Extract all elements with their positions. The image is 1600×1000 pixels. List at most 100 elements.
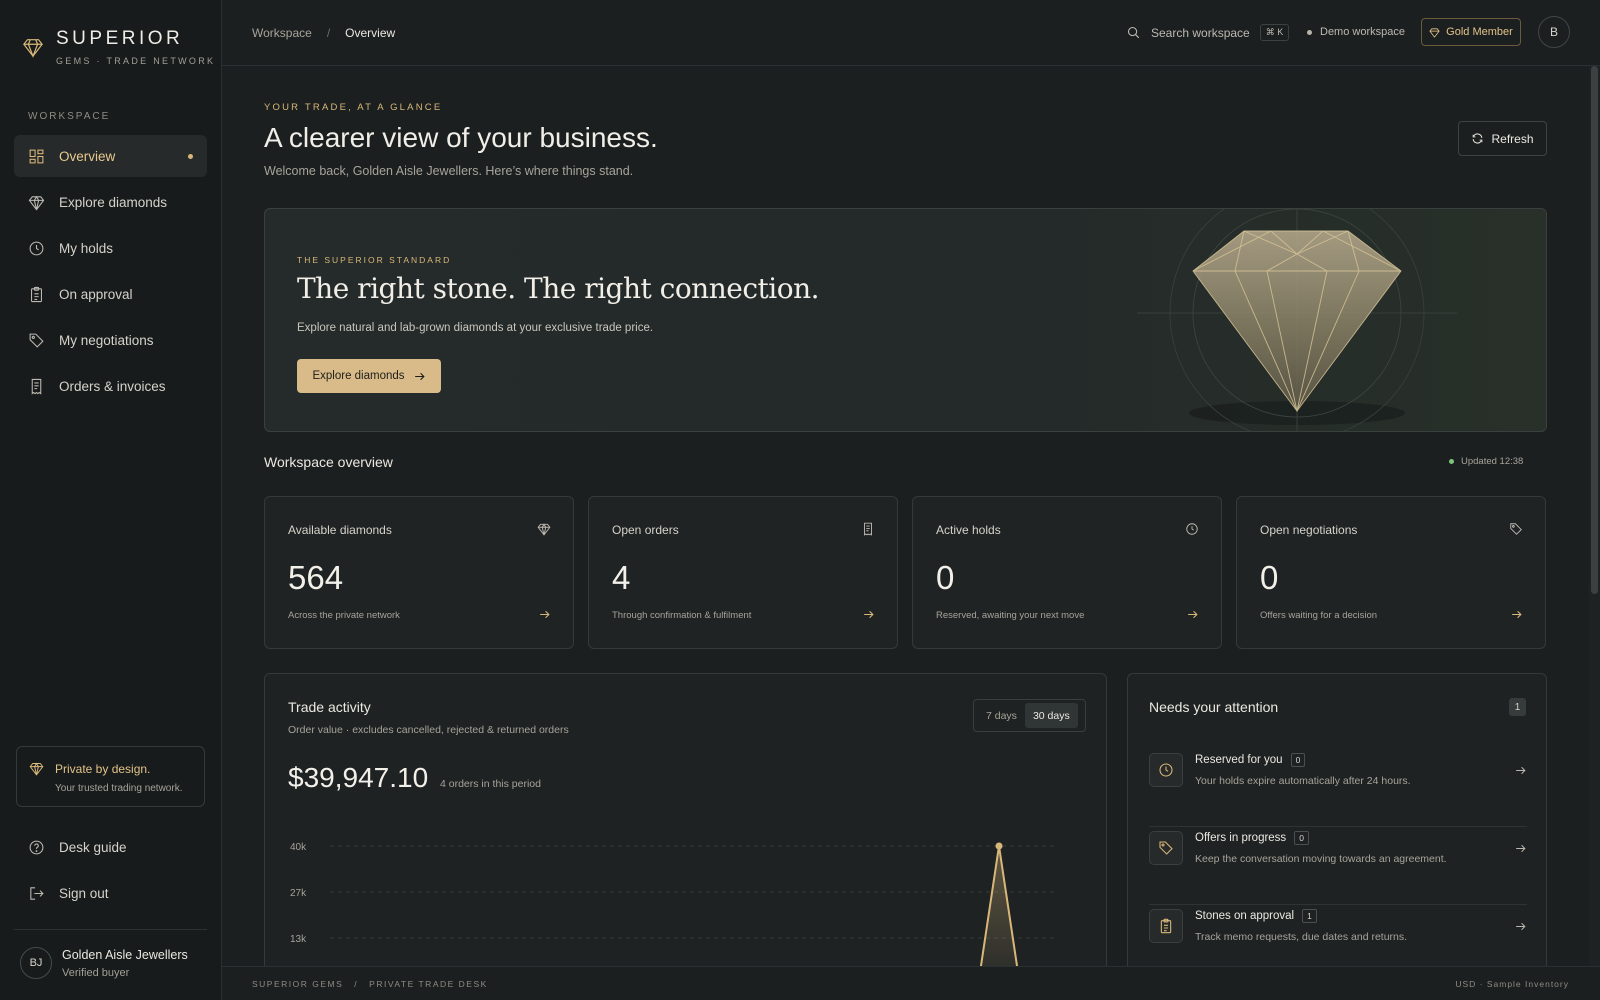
arrow-right-icon xyxy=(1516,922,1526,931)
brand-name: SUPERIOR xyxy=(56,28,184,49)
hero-banner: THE SUPERIOR STANDARD The right stone. T… xyxy=(264,208,1547,432)
diamond-illustration xyxy=(1137,209,1457,431)
brand-logo[interactable]: SUPERIOR GEMS · TRADE NETWORK xyxy=(22,28,215,66)
account-avatar[interactable]: B xyxy=(1538,16,1570,48)
attention-item-title: Reserved for you xyxy=(1195,754,1283,766)
y-tick-label: 27k xyxy=(290,888,307,899)
hero-eyebrow: THE SUPERIOR STANDARD xyxy=(297,255,452,265)
stat-label: Available diamonds xyxy=(288,523,392,537)
receipt-icon xyxy=(864,522,872,536)
membership-badge[interactable]: Gold Member xyxy=(1421,18,1521,46)
breadcrumb-separator: / xyxy=(326,26,331,40)
sidebar-item-my-holds[interactable]: My holds xyxy=(14,227,207,269)
workspace-indicator[interactable]: Demo workspace xyxy=(1307,26,1405,38)
diamond-icon xyxy=(537,523,551,536)
footer: SUPERIOR GEMS / PRIVATE TRADE DESK USD ·… xyxy=(222,966,1600,1000)
stat-label: Open orders xyxy=(612,523,679,537)
range-option-30-days[interactable]: 30 days xyxy=(1024,703,1078,728)
clock-icon xyxy=(1159,763,1173,777)
clock-icon xyxy=(29,241,44,255)
attention-item-title: Stones on approval xyxy=(1195,910,1295,922)
range-toggle: 7 days 30 days xyxy=(973,699,1086,732)
attention-item-reserved[interactable]: Reserved for you 0 Your holds expire aut… xyxy=(1149,750,1527,827)
sidebar-item-orders-invoices[interactable]: Orders & invoices xyxy=(14,365,207,407)
sign-out-icon xyxy=(30,886,44,900)
sidebar-item-label: Desk guide xyxy=(59,839,127,855)
breadcrumb-current: Overview xyxy=(345,26,396,40)
footer-currency: USD · Sample Inventory xyxy=(1455,979,1569,989)
search-shortcut: ⌘ K xyxy=(1259,24,1290,41)
clock-icon xyxy=(1186,523,1198,535)
sidebar-bottom-nav: Desk guide Sign out xyxy=(14,826,207,918)
footer-desk: PRIVATE TRADE DESK xyxy=(369,979,488,989)
membership-label: Gold Member xyxy=(1446,26,1513,38)
hero-title: The right stone. The right connection. xyxy=(297,272,820,305)
page-subtitle: Welcome back, Golden Aisle Jewellers. He… xyxy=(264,164,634,178)
range-option-7-days[interactable]: 7 days xyxy=(978,703,1025,728)
breadcrumb-workspace[interactable]: Workspace xyxy=(252,26,312,40)
trade-activity-card: Trade activity Order value · excludes ca… xyxy=(264,673,1107,966)
main-scrollbar[interactable] xyxy=(1589,66,1600,966)
sidebar-item-desk-guide[interactable]: Desk guide xyxy=(14,826,207,868)
sidebar-item-explore-diamonds[interactable]: Explore diamonds xyxy=(14,181,207,223)
sidebar-item-label: On approval xyxy=(59,286,133,302)
sidebar-item-label: Sign out xyxy=(59,885,109,901)
sidebar-item-my-negotiations[interactable]: My negotiations xyxy=(14,319,207,361)
breadcrumb: Workspace / Overview xyxy=(252,26,395,40)
search-label: Search workspace xyxy=(1151,25,1250,40)
updated-time: Updated 12:38 xyxy=(1461,456,1524,467)
stat-value: 4 xyxy=(612,559,631,596)
stat-card-open-negotiations[interactable]: Open negotiations 0 Offers waiting for a… xyxy=(1236,496,1546,649)
stat-card-active-holds[interactable]: Active holds 0 Reserved, awaiting your n… xyxy=(912,496,1222,649)
attention-item-count: 0 xyxy=(1294,831,1309,845)
needs-attention-title: Needs your attention xyxy=(1149,699,1279,715)
y-tick-label: 40k xyxy=(290,842,307,853)
status-dot xyxy=(1307,29,1312,35)
tag-icon xyxy=(1159,841,1173,855)
stat-label: Active holds xyxy=(936,523,1001,537)
attention-item-desc: Keep the conversation moving towards an … xyxy=(1195,853,1447,865)
stat-value: 0 xyxy=(1260,559,1279,596)
page-title: A clearer view of your business. xyxy=(264,122,658,153)
active-indicator-dot xyxy=(188,154,193,159)
arrow-right-icon xyxy=(540,610,550,619)
attention-item-desc: Your holds expire automatically after 24… xyxy=(1195,775,1411,787)
refresh-icon xyxy=(1473,133,1483,144)
sidebar-item-on-approval[interactable]: On approval xyxy=(14,273,207,315)
receipt-icon xyxy=(31,378,42,395)
private-subtitle: Your trusted trading network. xyxy=(55,783,183,794)
arrow-right-icon xyxy=(1512,610,1522,619)
trade-total-note: 4 orders in this period xyxy=(440,778,541,790)
diamond-icon xyxy=(29,762,44,776)
sidebar-item-overview[interactable]: Overview xyxy=(14,135,207,177)
refresh-button[interactable]: Refresh xyxy=(1458,121,1547,156)
stat-value: 564 xyxy=(288,559,344,596)
sidebar-item-label: My negotiations xyxy=(59,332,154,348)
explore-diamonds-button[interactable]: Explore diamonds xyxy=(297,359,441,393)
sidebar-item-label: My holds xyxy=(59,240,114,256)
search-button[interactable]: Search workspace ⌘ K xyxy=(1126,24,1290,41)
stat-card-available-diamonds[interactable]: Available diamonds 564 Across the privat… xyxy=(264,496,574,649)
private-by-design-card: Private by design. Your trusted trading … xyxy=(16,746,205,807)
attention-icon-box xyxy=(1149,831,1183,865)
main-content: YOUR TRADE, AT A GLANCE A clearer view o… xyxy=(222,66,1587,966)
help-circle-icon xyxy=(29,840,44,854)
overview-section-title: Workspace overview xyxy=(264,454,393,470)
attention-item-approval[interactable]: Stones on approval 1 Track memo requests… xyxy=(1149,906,1527,966)
user-name: Golden Aisle Jewellers xyxy=(62,947,188,962)
divider xyxy=(14,929,207,930)
stat-cards: Available diamonds 564 Across the privat… xyxy=(264,496,1547,649)
attention-count-badge: 1 xyxy=(1509,698,1526,716)
diamond-logo-icon xyxy=(23,39,43,58)
attention-item-title-row: Reserved for you 0 xyxy=(1195,753,1306,767)
sidebar-item-label: Overview xyxy=(59,148,116,164)
sidebar-item-sign-out[interactable]: Sign out xyxy=(14,872,207,914)
refresh-label: Refresh xyxy=(1491,131,1534,146)
stat-card-open-orders[interactable]: Open orders 4 Through confirmation & ful… xyxy=(588,496,898,649)
scrollbar-thumb[interactable] xyxy=(1591,66,1598,594)
user-profile[interactable]: BJ Golden Aisle Jewellers Verified buyer xyxy=(20,947,188,979)
attention-item-offers[interactable]: Offers in progress 0 Keep the conversati… xyxy=(1149,828,1527,905)
attention-icon-box xyxy=(1149,753,1183,787)
sidebar-item-label: Orders & invoices xyxy=(59,378,166,394)
stat-note: Across the private network xyxy=(288,610,400,621)
